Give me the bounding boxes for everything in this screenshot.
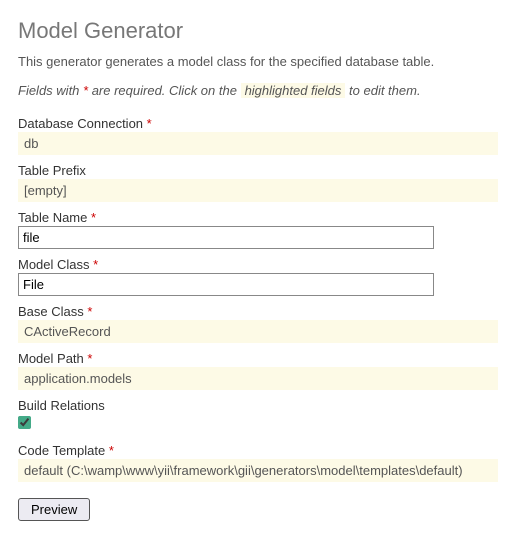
- page-description: This generator generates a model class f…: [18, 54, 499, 69]
- hint-text-1: Fields with: [18, 83, 83, 98]
- required-asterisk: *: [91, 210, 96, 225]
- required-asterisk: *: [87, 304, 92, 319]
- value-table-prefix[interactable]: [empty]: [18, 179, 498, 202]
- input-table-name[interactable]: [18, 226, 434, 249]
- preview-button[interactable]: Preview: [18, 498, 90, 521]
- label-model-class: Model Class *: [18, 257, 499, 272]
- field-database-connection: Database Connection * db: [18, 116, 499, 155]
- label-text: Model Path: [18, 351, 87, 366]
- value-code-template[interactable]: default (C:\wamp\www\yii\framework\gii\g…: [18, 459, 498, 482]
- required-asterisk: *: [93, 257, 98, 272]
- page-title: Model Generator: [18, 18, 499, 44]
- value-model-path[interactable]: application.models: [18, 367, 498, 390]
- hint-text-2: are required. Click on the: [88, 83, 240, 98]
- label-model-path: Model Path *: [18, 351, 499, 366]
- label-text: Base Class: [18, 304, 87, 319]
- label-text: Model Class: [18, 257, 93, 272]
- required-asterisk: *: [87, 351, 92, 366]
- label-text: Code Template: [18, 443, 109, 458]
- highlighted-fields-sample: highlighted fields: [241, 83, 346, 98]
- required-asterisk: *: [109, 443, 114, 458]
- checkbox-build-relations[interactable]: [18, 416, 31, 429]
- required-asterisk: *: [147, 116, 152, 131]
- label-database-connection: Database Connection *: [18, 116, 499, 131]
- label-text: Database Connection: [18, 116, 147, 131]
- label-build-relations: Build Relations: [18, 398, 499, 413]
- field-model-path: Model Path * application.models: [18, 351, 499, 390]
- label-text: Table Name: [18, 210, 91, 225]
- required-hint: Fields with * are required. Click on the…: [18, 83, 499, 98]
- field-base-class: Base Class * CActiveRecord: [18, 304, 499, 343]
- label-base-class: Base Class *: [18, 304, 499, 319]
- field-table-name: Table Name *: [18, 210, 499, 249]
- field-code-template: Code Template * default (C:\wamp\www\yii…: [18, 443, 499, 482]
- label-code-template: Code Template *: [18, 443, 499, 458]
- label-table-name: Table Name *: [18, 210, 499, 225]
- value-database-connection[interactable]: db: [18, 132, 498, 155]
- hint-text-3: to edit them.: [345, 83, 420, 98]
- field-model-class: Model Class *: [18, 257, 499, 296]
- input-model-class[interactable]: [18, 273, 434, 296]
- field-table-prefix: Table Prefix [empty]: [18, 163, 499, 202]
- value-base-class[interactable]: CActiveRecord: [18, 320, 498, 343]
- label-table-prefix: Table Prefix: [18, 163, 499, 178]
- field-build-relations: Build Relations: [18, 398, 499, 435]
